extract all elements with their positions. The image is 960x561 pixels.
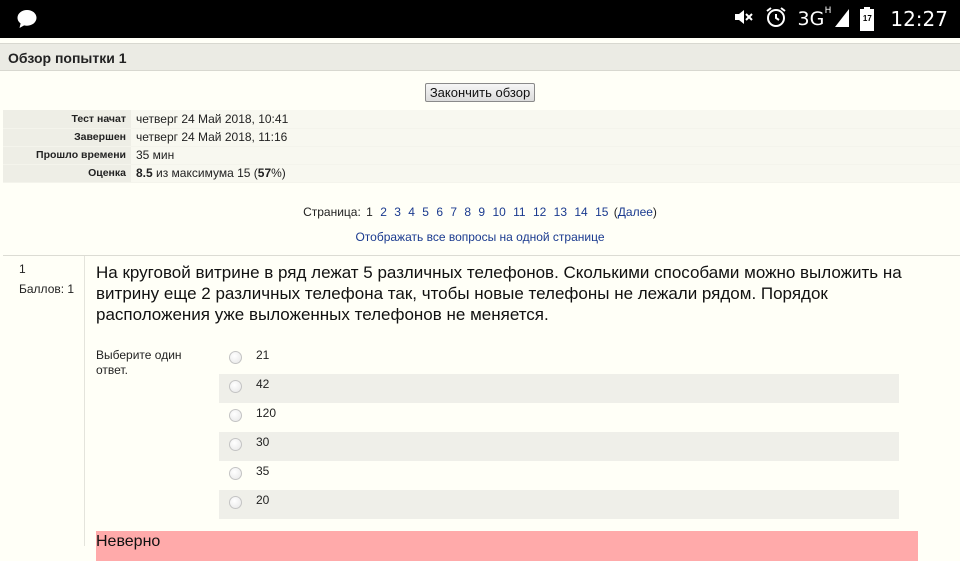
answer-option[interactable]: 30 (219, 432, 899, 461)
answer-option[interactable]: 21 (219, 345, 899, 374)
clock: 12:27 (890, 7, 948, 31)
page-title: Обзор попытки 1 (8, 50, 127, 66)
pager-current-page: 1 (366, 205, 373, 219)
summary-value: четверг 24 Май 2018, 10:41 (131, 110, 960, 129)
grade-text-end: %) (271, 166, 286, 180)
grade-score: 8.5 (136, 166, 153, 180)
show-all-questions: Отображать все вопросы на одной странице (0, 230, 960, 244)
pager-link[interactable]: 11 (513, 205, 525, 219)
status-bar: 3G H 17 12:27 (0, 0, 960, 38)
mute-icon (732, 6, 754, 33)
network-sup: H (824, 6, 832, 16)
network-label: 3G (797, 8, 825, 30)
radio-button[interactable] (229, 351, 242, 364)
summary-row: Завершен четверг 24 Май 2018, 11:16 (3, 128, 960, 147)
chat-bubble-icon (16, 8, 38, 35)
pager-link[interactable]: 9 (478, 205, 485, 219)
question-info: 1 Баллов: 1 (3, 256, 85, 546)
pager-link[interactable]: 4 (408, 205, 415, 219)
summary-row: Тест начат четверг 24 Май 2018, 10:41 (3, 110, 960, 129)
finish-review-button[interactable]: Закончить обзор (424, 83, 536, 102)
pager-next-link[interactable]: Далее (618, 205, 653, 219)
pager-link[interactable]: 10 (492, 205, 505, 219)
answer-label: 35 (256, 464, 270, 478)
question-points: Баллов: 1 (19, 282, 75, 296)
question-number: 1 (19, 262, 26, 276)
finish-review-area: Закончить обзор (0, 83, 960, 102)
summary-value: четверг 24 Май 2018, 11:16 (131, 128, 960, 147)
answer-option[interactable]: 42 (219, 374, 899, 403)
show-all-questions-link[interactable]: Отображать все вопросы на одной странице (355, 230, 604, 244)
pager-link[interactable]: 8 (464, 205, 471, 219)
answer-label: 20 (256, 493, 270, 507)
summary-label: Тест начат (3, 110, 131, 129)
pager-link[interactable]: 6 (436, 205, 443, 219)
battery-level: 17 (862, 14, 872, 23)
answer-option[interactable]: 35 (219, 461, 899, 490)
summary-row: Прошло времени 35 мин (3, 146, 960, 165)
question-text: На круговой витрине в ряд лежат 5 различ… (96, 263, 902, 324)
pager-label: Страница: (303, 205, 361, 219)
pager-link[interactable]: 12 (533, 205, 546, 219)
pager-link[interactable]: 5 (422, 205, 429, 219)
grade-value: 8.5 из максимума 15 (57%) (131, 164, 960, 183)
answer-label: 30 (256, 435, 270, 449)
grade-label: Оценка (3, 164, 131, 183)
alarm-icon (764, 5, 788, 34)
grade-percent: 57 (257, 166, 272, 180)
answer-prompt: Выберите один ответ. (96, 348, 182, 377)
radio-button[interactable] (229, 380, 242, 393)
signal-icon (834, 7, 850, 32)
attempt-summary-table: Тест начат четверг 24 Май 2018, 10:41 За… (3, 110, 960, 183)
pager-link[interactable]: 14 (574, 205, 587, 219)
pager-link[interactable]: 13 (554, 205, 567, 219)
summary-label: Прошло времени (3, 146, 131, 165)
grade-text-mid: из максимума 15 ( (152, 166, 258, 180)
pager-link[interactable]: 15 (595, 205, 608, 219)
battery-icon: 17 (860, 7, 875, 31)
pager-link[interactable]: 3 (394, 205, 401, 219)
summary-label: Завершен (3, 128, 131, 147)
pager-link[interactable]: 7 (450, 205, 457, 219)
answer-list: 21 42 120 30 35 20 (219, 345, 899, 519)
pager-close-paren: ) (652, 205, 657, 219)
answer-option[interactable]: 120 (219, 403, 899, 432)
summary-value: 35 мин (131, 146, 960, 165)
grade-row: Оценка 8.5 из максимума 15 (57%) (3, 164, 960, 183)
answer-label: 21 (256, 348, 270, 362)
question-block: 1 Баллов: 1 На круговой витрине в ряд ле… (3, 255, 960, 561)
page-header: Обзор попытки 1 (0, 43, 960, 71)
pager-link[interactable]: 2 (380, 205, 387, 219)
answer-label: 120 (256, 406, 277, 420)
radio-button[interactable] (229, 496, 242, 509)
radio-button[interactable] (229, 409, 242, 422)
radio-button[interactable] (229, 467, 242, 480)
incorrect-feedback: Неверно (96, 531, 918, 561)
answer-label: 42 (256, 377, 270, 391)
page-navigation: Страница: 1 2 3 4 5 6 7 8 9 10 11 12 13 … (0, 205, 960, 219)
network-type: 3G H (797, 6, 832, 30)
radio-button[interactable] (229, 438, 242, 451)
answer-option[interactable]: 20 (219, 490, 899, 519)
